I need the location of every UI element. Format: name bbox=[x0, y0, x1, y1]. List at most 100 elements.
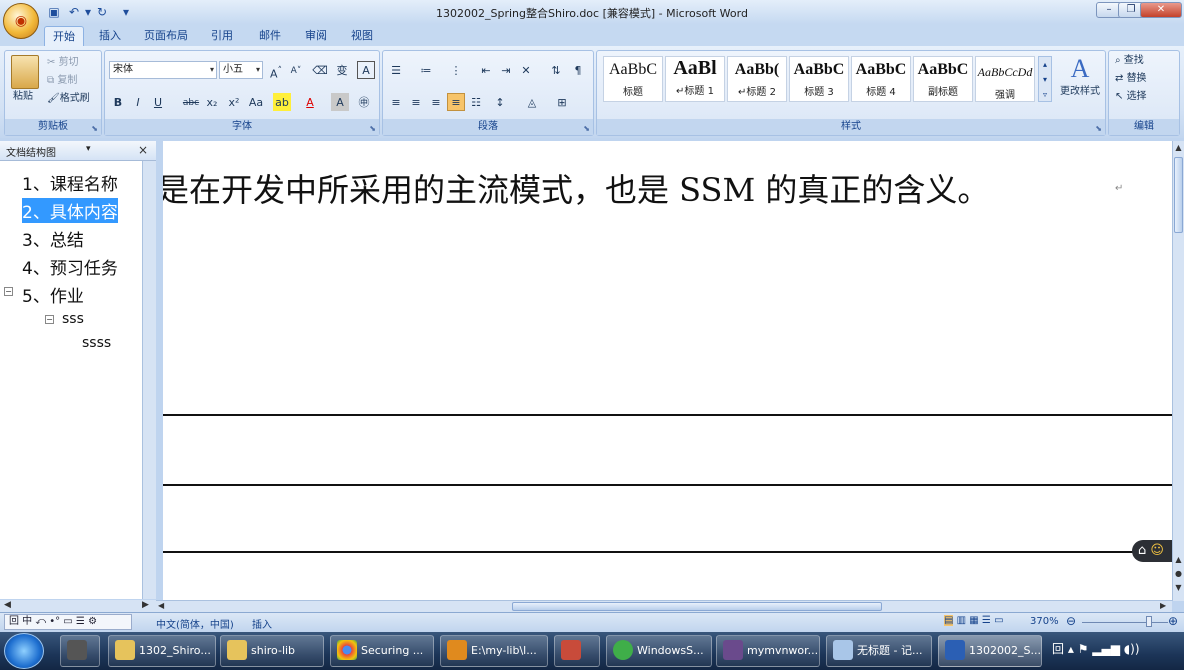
zoom-slider-thumb[interactable] bbox=[1146, 616, 1152, 627]
volume-icon[interactable]: ◖)) bbox=[1124, 642, 1140, 656]
tab-page-layout[interactable]: 页面布局 bbox=[140, 26, 192, 46]
taskbar-item[interactable]: shiro-lib bbox=[220, 635, 324, 667]
style-heading-3[interactable]: AaBbC 标题 3 bbox=[789, 56, 849, 102]
outline-icon[interactable]: ☰ bbox=[982, 615, 991, 626]
ime-tray-icon[interactable]: 回 bbox=[1052, 642, 1064, 656]
multilevel-list-icon[interactable]: ⋮ bbox=[447, 61, 465, 79]
strikethrough-button[interactable]: abc bbox=[179, 93, 203, 111]
system-tray[interactable]: 回 ▴ ⚑ ▂▄▆ ◖)) bbox=[1052, 640, 1182, 664]
decrease-indent-icon[interactable]: ⇤ bbox=[477, 61, 495, 79]
font-size-combo[interactable]: 小五 ▾ bbox=[219, 61, 263, 79]
view-buttons[interactable]: ▤ ▥ ▦ ☰ ▭ bbox=[944, 615, 1024, 629]
map-item-ssss[interactable]: ssss bbox=[82, 335, 111, 351]
scroll-up-icon[interactable]: ▲ bbox=[1173, 143, 1184, 152]
web-layout-icon[interactable]: ▦ bbox=[969, 615, 978, 626]
justify-icon[interactable]: ≡ bbox=[447, 93, 465, 111]
tab-view[interactable]: 视图 bbox=[344, 26, 380, 46]
tab-references[interactable]: 引用 bbox=[204, 26, 240, 46]
taskbar-item-active[interactable]: 1302002_S... bbox=[938, 635, 1042, 667]
style-title[interactable]: AaBbC 标题 bbox=[603, 56, 663, 102]
vertical-scrollbar[interactable]: ▲ ▲ ● ▼ bbox=[1172, 141, 1184, 601]
zoom-level[interactable]: 370% bbox=[1030, 616, 1059, 627]
document-map-scrollbar[interactable] bbox=[142, 161, 156, 599]
dialog-launcher-icon[interactable]: ⬊ bbox=[369, 124, 376, 133]
scroll-thumb[interactable] bbox=[512, 602, 882, 611]
collapse-icon[interactable]: − bbox=[4, 287, 13, 296]
replace-button[interactable]: ⇄ 替换 bbox=[1115, 71, 1147, 87]
align-right-icon[interactable]: ≡ bbox=[427, 93, 445, 111]
close-button[interactable]: ✕ bbox=[1140, 2, 1182, 18]
network-icon[interactable]: ▂▄▆ bbox=[1092, 642, 1120, 656]
change-case-button[interactable]: Aa bbox=[245, 93, 267, 111]
font-name-combo[interactable]: 宋体 ▾ bbox=[109, 61, 217, 79]
superscript-button[interactable]: x² bbox=[225, 93, 243, 111]
dialog-launcher-icon[interactable]: ⬊ bbox=[1095, 124, 1102, 133]
cut-button[interactable]: ✂ 剪切 bbox=[47, 55, 79, 71]
align-left-icon[interactable]: ≡ bbox=[387, 93, 405, 111]
style-subtitle[interactable]: AaBbC 副标题 bbox=[913, 56, 973, 102]
tab-home[interactable]: 开始 bbox=[44, 26, 84, 46]
map-item-preview-task[interactable]: 4、预习任务 bbox=[22, 254, 118, 279]
tab-review[interactable]: 审阅 bbox=[298, 26, 334, 46]
map-item-homework[interactable]: 5、作业 bbox=[22, 282, 84, 307]
next-page-icon[interactable]: ▼ bbox=[1173, 583, 1184, 592]
chinese-layout-icon[interactable]: ✕ bbox=[517, 61, 535, 79]
numbering-icon[interactable]: ≔ bbox=[417, 61, 435, 79]
chevron-down-icon[interactable]: ▾ bbox=[86, 144, 91, 154]
taskbar-item[interactable]: Securing ... bbox=[330, 635, 434, 667]
zoom-out-icon[interactable]: ⊖ bbox=[1066, 614, 1076, 628]
taskbar-item[interactable]: 无标题 - 记... bbox=[826, 635, 932, 667]
distributed-icon[interactable]: ☷ bbox=[467, 93, 485, 111]
docmap-hscroll[interactable]: ◀ ▶ bbox=[0, 600, 156, 612]
reading-icon[interactable]: ▥ bbox=[957, 615, 966, 626]
taskbar-item[interactable]: E:\my-lib\l... bbox=[440, 635, 548, 667]
borders-icon[interactable]: ⊞ bbox=[553, 93, 571, 111]
office-button[interactable]: ◉ bbox=[3, 3, 39, 39]
bullets-icon[interactable]: ☰ bbox=[387, 61, 405, 79]
scroll-left-icon[interactable]: ◀ bbox=[4, 600, 11, 610]
dialog-launcher-icon[interactable]: ⬊ bbox=[91, 124, 98, 133]
grow-font-icon[interactable]: A˄ bbox=[267, 61, 285, 81]
taskbar-item[interactable] bbox=[554, 635, 600, 667]
font-color-button[interactable]: A bbox=[301, 93, 319, 111]
ime-toolbar[interactable]: 回 中 ⤺ •° ▭ ☰ ⚙ bbox=[4, 614, 132, 630]
taskbar-item[interactable]: mymvnwor... bbox=[716, 635, 820, 667]
save-icon[interactable]: ▣ bbox=[46, 4, 62, 20]
paste-button[interactable]: 粘贴 bbox=[13, 89, 33, 105]
scroll-left-icon[interactable]: ◀ bbox=[158, 601, 164, 610]
char-shading-icon[interactable]: A bbox=[331, 93, 349, 111]
change-styles-button[interactable]: A 更改样式 bbox=[1060, 54, 1100, 100]
close-pane-icon[interactable]: × bbox=[138, 143, 148, 157]
customize-qat-icon[interactable]: ▾ bbox=[118, 4, 134, 20]
tab-mailings[interactable]: 邮件 bbox=[252, 26, 288, 46]
taskbar-item[interactable]: 1302_Shiro... bbox=[108, 635, 216, 667]
map-item-summary[interactable]: 3、总结 bbox=[22, 226, 84, 251]
phonetic-guide-icon[interactable]: 变 bbox=[333, 61, 351, 79]
browse-object-icon[interactable]: ● bbox=[1173, 569, 1184, 578]
insert-mode-status[interactable]: 插入 bbox=[252, 616, 272, 631]
increase-indent-icon[interactable]: ⇥ bbox=[497, 61, 515, 79]
map-item-course-name[interactable]: 1、课程名称 bbox=[22, 170, 118, 195]
print-layout-icon[interactable]: ▤ bbox=[944, 615, 954, 626]
shading-icon[interactable]: ◬ bbox=[523, 93, 541, 111]
dialog-launcher-icon[interactable]: ⬊ bbox=[583, 124, 590, 133]
align-center-icon[interactable]: ≡ bbox=[407, 93, 425, 111]
taskbar-pinned[interactable] bbox=[60, 635, 100, 667]
map-item-content[interactable]: 2、具体内容 bbox=[22, 198, 118, 223]
start-button[interactable] bbox=[4, 633, 44, 669]
draft-icon[interactable]: ▭ bbox=[994, 615, 1003, 626]
styles-scroll[interactable]: ▴ ▾ ▿ bbox=[1038, 56, 1052, 102]
style-heading-4[interactable]: AaBbC 标题 4 bbox=[851, 56, 911, 102]
enclose-char-icon[interactable]: ㊥ bbox=[355, 93, 373, 111]
scroll-right-icon[interactable]: ▶ bbox=[142, 600, 149, 610]
highlight-icon[interactable]: ab bbox=[273, 93, 291, 111]
find-button[interactable]: ⌕ 查找 bbox=[1115, 53, 1144, 69]
paste-icon[interactable] bbox=[11, 55, 39, 89]
flag-icon[interactable]: ⚑ bbox=[1078, 642, 1089, 656]
map-item-sss[interactable]: sss bbox=[62, 311, 84, 327]
document-page[interactable]: 是在开发中所采用的主流模式，也是 SSM 的真正的含义。 ↵ bbox=[163, 141, 1172, 601]
redo-icon[interactable]: ↻ bbox=[94, 4, 110, 20]
format-painter-button[interactable]: 🖌格式刷 bbox=[47, 91, 90, 107]
horizontal-scrollbar[interactable]: ◀ ▶ bbox=[156, 600, 1172, 612]
style-emphasis[interactable]: AaBbCcDd 强调 bbox=[975, 56, 1035, 102]
